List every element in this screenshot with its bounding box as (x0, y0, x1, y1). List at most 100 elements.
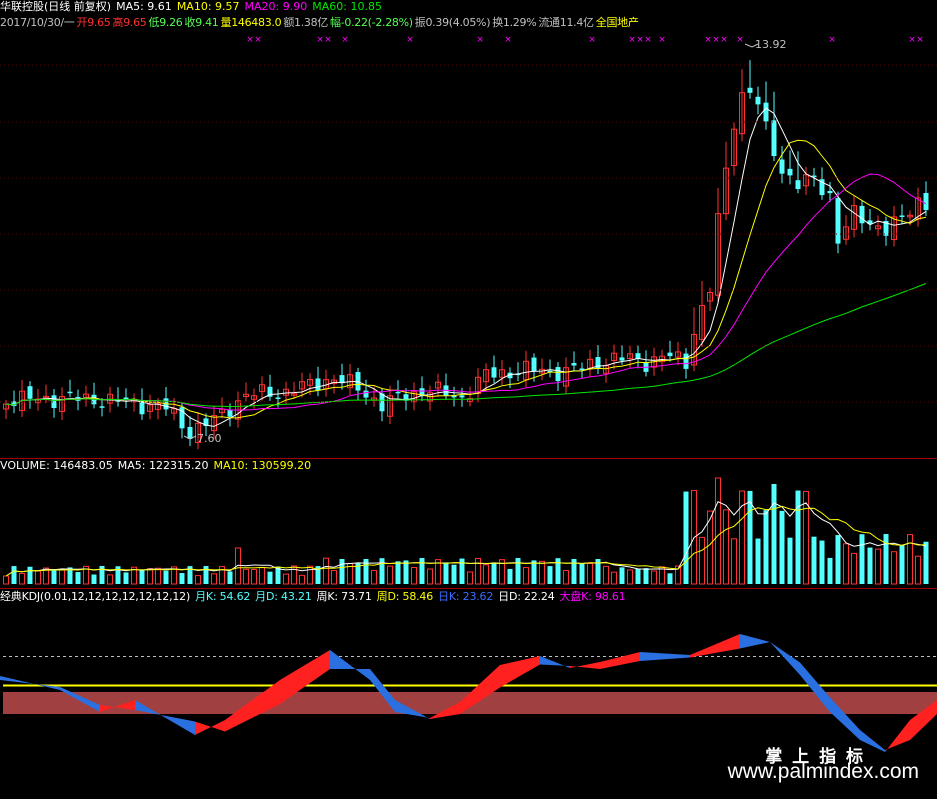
volume-bar-down (835, 535, 841, 584)
volume-bar-up (323, 557, 329, 585)
volume-bar-up (155, 567, 161, 585)
volume-bar-down (139, 570, 145, 584)
volume-bar-down (419, 558, 425, 584)
kdj-day-d: 日D: 22.24 (498, 590, 555, 603)
quote-low: 低9.26 (148, 16, 183, 29)
candle-body-down (795, 180, 801, 190)
volume-bar-up (467, 571, 473, 585)
volume-bar-down (787, 537, 793, 584)
quote-amplitude: 振0.39(4.05%) (414, 16, 491, 29)
stock-title: 华联控股(日线 前复权) (0, 0, 112, 13)
volume-bar-down (811, 536, 817, 584)
volume-bar-up (59, 569, 65, 585)
volume-ma5: MA5: 122315.20 (117, 459, 209, 472)
quote-volume: 量146483.0 (220, 16, 282, 29)
ma5-line (5, 107, 927, 427)
kdj-band-rising (600, 652, 640, 669)
signal-marker: × (324, 35, 332, 45)
stock-chart-canvas[interactable]: × × × × × × × × × × × × × × × × × × × × (0, 0, 937, 799)
signal-marker: × (504, 35, 512, 45)
volume-bar-up (475, 558, 481, 585)
signal-marker: × (828, 35, 836, 45)
volume-bar-up (283, 573, 289, 585)
kdj-label: 经典KDJ(0.01,12,12,12,12,12,12,12) (0, 590, 191, 603)
price-header: 华联控股(日线 前复权) MA5: 9.61 MA10: 9.57 MA20: 9.9… (0, 0, 387, 14)
candle-body-down (859, 205, 865, 224)
volume-bar-up (651, 570, 657, 585)
quote-line: 2017/10/30/一 开9.65 高9.65 低9.26 收9.41 量146483.… (0, 16, 644, 30)
volume-bar-down (443, 562, 449, 584)
candle-body-down (363, 390, 369, 398)
volume-bar-up (731, 538, 737, 585)
signal-marker: × (406, 35, 414, 45)
kdj-band-rising (500, 656, 540, 688)
quote-amount: 额1.38亿 (283, 16, 329, 29)
candle-body-down (787, 168, 793, 176)
volume-ma10: MA10: 130599.20 (213, 459, 312, 472)
signal-markers: × × × × × × × × × × × × × × × × × × × × (183, 35, 924, 440)
volume-bar-down (379, 558, 385, 584)
volume-bar-down (179, 573, 185, 584)
signal-marker: × (712, 35, 720, 45)
volume-bar-down (763, 510, 769, 584)
quote-change: 幅-0.22(-2.28%) (330, 16, 413, 29)
volume-bar-down (203, 566, 209, 584)
kdj-band-falling (640, 652, 690, 661)
volume-bar-down (923, 541, 929, 584)
watermark-url: www.palmindex.com (727, 760, 919, 783)
kdj-week-d: 周D: 58.46 (376, 590, 434, 603)
candle-body-down (771, 120, 777, 157)
volume-bar-down (555, 558, 561, 584)
ma20-line (5, 173, 927, 411)
volume-bar-down (683, 491, 689, 584)
signal-marker: × (476, 35, 484, 45)
signal-marker: × (736, 35, 744, 45)
signal-marker: × (636, 35, 644, 45)
kdj-day-k: 日K: 23.62 (438, 590, 494, 603)
volume-bar-up (483, 564, 489, 585)
signal-marker: × (720, 35, 728, 45)
candle-body-down (555, 367, 561, 382)
candle-body-down (227, 409, 233, 417)
volume-bar-up (195, 575, 201, 585)
volume-bar-up (523, 567, 529, 585)
candle-body-down (835, 198, 841, 244)
quote-date: 2017/10/30/一 (0, 16, 75, 29)
kdj-market-k: 大盘K: 98.61 (559, 590, 626, 603)
volume-bar-up (539, 560, 545, 585)
volume-bar-up (107, 574, 113, 585)
volume-bar-down (635, 568, 641, 584)
volume-bar-up (843, 543, 849, 585)
kdj-indicator (0, 634, 937, 752)
volume-bar-down (827, 557, 833, 584)
ma60-value: MA60: 10.85 (312, 0, 382, 13)
quote-close: 收9.41 (184, 16, 219, 29)
volume-bar-up (371, 569, 377, 585)
candle-body-down (275, 397, 281, 399)
kdj-band-rising (195, 720, 225, 735)
kdj-band-rising (885, 720, 910, 752)
volume-bar-up (387, 565, 393, 585)
volume-bar-down (339, 558, 345, 584)
volume-bar-down (91, 574, 97, 584)
signal-marker: × (341, 35, 349, 45)
signal-marker: × (316, 35, 324, 45)
quote-turnover: 换1.29% (492, 16, 537, 29)
low-price-label: 7.60 (197, 432, 222, 445)
volume-bar-down (859, 534, 865, 584)
volume-bar-up (563, 570, 569, 585)
kdj-band-falling (0, 676, 60, 690)
signal-marker: × (246, 35, 254, 45)
volume-bar-up (627, 569, 633, 585)
signal-marker: × (704, 35, 712, 45)
volume-bar-down (771, 484, 777, 584)
ma10-line (5, 139, 927, 419)
volume-bar-up (411, 567, 417, 585)
ma5-value: MA5: 9.61 (116, 0, 172, 13)
volume-bar-down (11, 566, 17, 584)
volume-bar-down (819, 540, 825, 584)
volume-bar-down (867, 547, 873, 584)
volume-bar-up (299, 574, 305, 585)
quote-high: 高9.65 (112, 16, 147, 29)
high-price-label: 13.92 (755, 38, 787, 51)
